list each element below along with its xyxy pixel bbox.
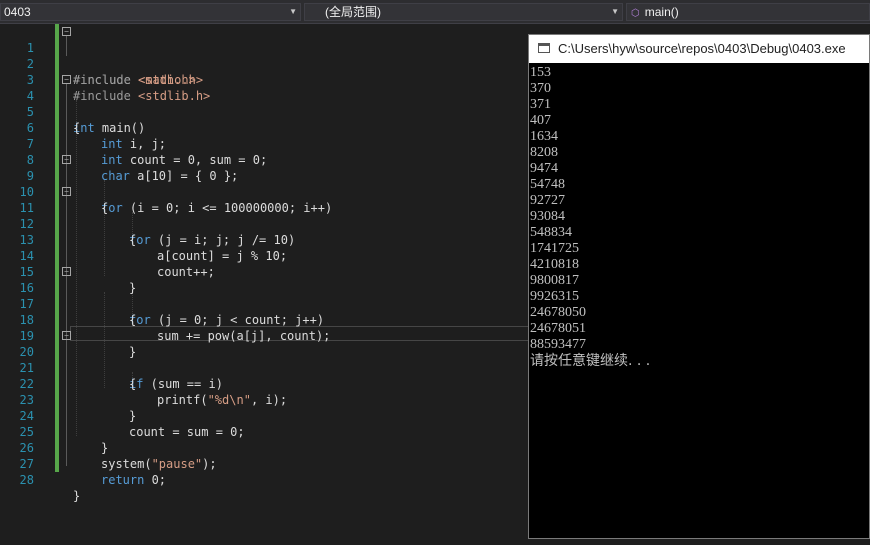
console-output-line: 1634 [530,129,558,144]
chevron-down-icon: ▼ [611,7,619,16]
fold-toggle-icon[interactable]: − [62,187,71,196]
project-dropdown[interactable]: 0403 ▼ [0,3,301,21]
code-token: } [73,489,81,503]
fold-toggle-icon[interactable]: − [62,27,71,36]
console-title: C:\Users\hyw\source\repos\0403\Debug\040… [558,41,846,56]
scope-dropdown[interactable]: (全局范围) ▼ [304,3,623,21]
console-output-line: 407 [530,113,551,128]
fold-toggle-icon[interactable]: − [62,155,71,164]
console-output-line: 153 [530,65,551,80]
navigation-bar: 0403 ▼ (全局范围) ▼ ⬡ main() [0,0,870,24]
chevron-down-icon: ▼ [289,7,297,16]
console-window[interactable]: C:\Users\hyw\source\repos\0403\Debug\040… [528,34,870,539]
console-app-icon [538,43,550,53]
line-number: 28 [19,473,34,487]
console-output-line: 24678051 [530,321,586,336]
console-output-line: 4210818 [530,257,579,272]
code-token: return [101,473,145,487]
console-output-line: 54748 [530,177,565,192]
console-output-line: 548834 [530,225,572,240]
console-output-line: 370 [530,81,551,96]
console-output-line: 93084 [530,209,565,224]
code-token: 0; [144,473,167,487]
console-output: 153 370 371 407 1634 8208 9474 54748 927… [529,65,650,369]
console-output-line: 8208 [530,145,558,160]
console-output-line: 88593477 [530,337,586,352]
console-pause-prompt: 请按任意键继续. . . [530,353,651,369]
console-titlebar[interactable]: C:\Users\hyw\source\repos\0403\Debug\040… [529,35,869,63]
console-output-line: 9800817 [530,273,579,288]
console-output-line: 371 [530,97,551,112]
console-output-line: 24678050 [530,305,586,320]
fold-toggle-icon[interactable]: − [62,267,71,276]
console-output-line: 92727 [530,193,565,208]
function-dropdown-value: main() [644,5,679,19]
console-output-line: 9474 [530,161,558,176]
console-output-line: 9926315 [530,289,579,304]
method-icon: ⬡ [631,8,640,19]
function-dropdown[interactable]: ⬡ main() [626,3,870,21]
fold-toggle-icon[interactable]: − [62,75,71,84]
console-output-line: 1741725 [530,241,579,256]
fold-toggle-icon[interactable]: − [62,331,71,340]
scope-dropdown-value: (全局范围) [325,5,381,19]
project-dropdown-value: 0403 [4,5,31,19]
